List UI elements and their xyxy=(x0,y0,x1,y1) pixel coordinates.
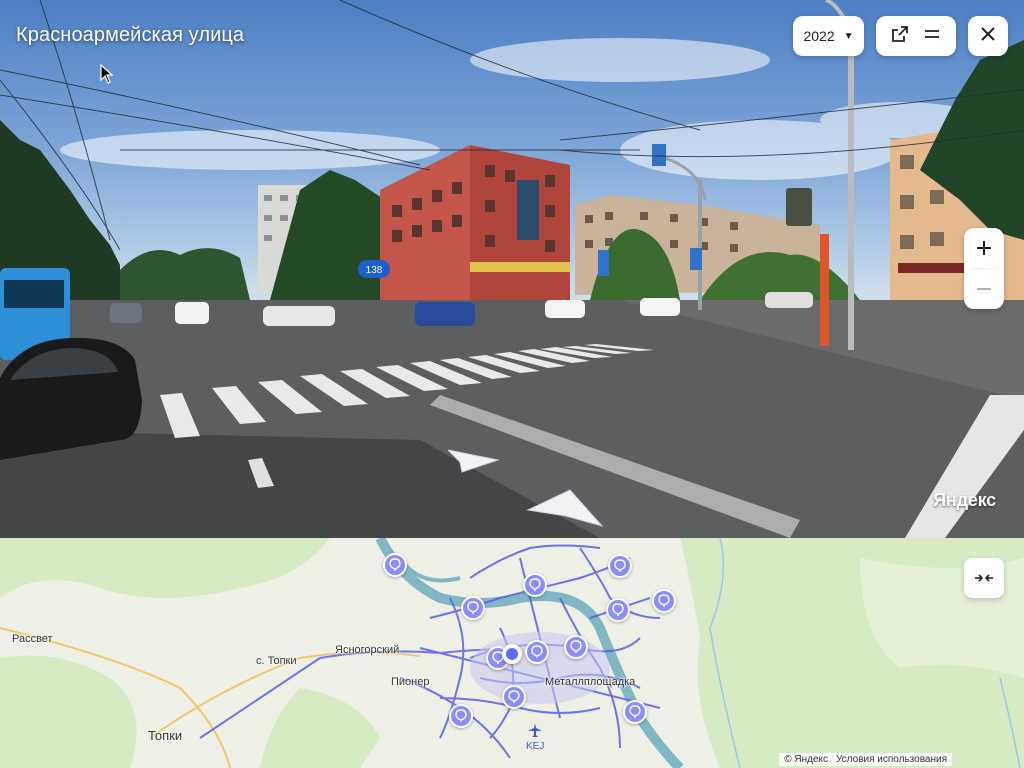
place-yasnogorsky: Ясногорский xyxy=(335,644,400,656)
mouse-cursor-icon xyxy=(100,63,114,89)
place-topki: Топки xyxy=(148,728,183,743)
attribution-text: © Яндекс xyxy=(784,754,828,765)
hamburger-menu-icon[interactable] xyxy=(923,25,941,48)
balloon-pin-icon[interactable] xyxy=(383,553,407,577)
airport-marker: KEJ xyxy=(526,723,544,752)
place-rassvet: Рассвет xyxy=(12,633,53,645)
minus-icon xyxy=(977,288,991,290)
share-menu-group xyxy=(876,16,956,56)
balloon-pin-icon[interactable] xyxy=(502,685,526,709)
zoom-out-button[interactable] xyxy=(964,269,1004,309)
place-metallploshchadka: Металлплощадка xyxy=(545,676,636,688)
collapse-map-button[interactable] xyxy=(964,558,1004,598)
caret-down-icon: ▼ xyxy=(843,30,854,42)
balloon-pin-icon[interactable] xyxy=(525,640,549,664)
balloon-pin-icon[interactable] xyxy=(606,598,630,622)
map-attribution: © Яндекс Условия использования xyxy=(779,753,952,766)
balloon-pin-icon[interactable] xyxy=(652,589,676,613)
street-panorama[interactable]: 138 Красноармейская улица 2022 ▼ Яндекс xyxy=(0,0,1024,538)
airplane-icon xyxy=(528,723,542,737)
nav-arrow-back-icon[interactable] xyxy=(446,448,500,479)
balloon-pin-icon[interactable] xyxy=(461,596,485,620)
street-name-title: Красноармейская улица xyxy=(16,24,245,46)
close-icon xyxy=(980,26,996,47)
collapse-arrows-icon xyxy=(975,574,993,582)
airport-code: KEJ xyxy=(526,741,545,752)
balloon-pin-icon[interactable] xyxy=(523,573,547,597)
balloon-pin-icon[interactable] xyxy=(564,635,588,659)
place-s-topki: с. Топки xyxy=(256,655,297,667)
zoom-in-button[interactable] xyxy=(964,228,1004,268)
zoom-control xyxy=(964,228,1004,309)
balloon-pin-icon[interactable] xyxy=(608,554,632,578)
close-button[interactable] xyxy=(968,16,1008,56)
year-value: 2022 xyxy=(803,28,835,44)
mini-map[interactable]: Рассвет с. Топки Ясногорский Пионер Мета… xyxy=(0,538,1024,768)
top-controls: 2022 ▼ xyxy=(793,16,1008,56)
panorama-viewer: 138 Красноармейская улица 2022 ▼ Яндекс … xyxy=(0,0,1024,768)
yandex-watermark: Яндекс xyxy=(933,490,996,510)
bus-route-badge: 138 xyxy=(366,265,383,276)
nav-arrow-forward-icon[interactable] xyxy=(526,488,604,533)
balloon-pin-icon[interactable] xyxy=(623,700,647,724)
year-selector[interactable]: 2022 ▼ xyxy=(793,16,864,56)
current-position-marker xyxy=(502,644,522,664)
place-pioner: Пионер xyxy=(391,676,430,688)
panorama-scene[interactable]: 138 xyxy=(0,0,1024,538)
external-link-icon[interactable] xyxy=(891,25,909,48)
balloon-pin-icon[interactable] xyxy=(449,704,473,728)
terms-link[interactable]: Условия использования xyxy=(836,754,947,765)
plus-icon xyxy=(977,241,991,255)
